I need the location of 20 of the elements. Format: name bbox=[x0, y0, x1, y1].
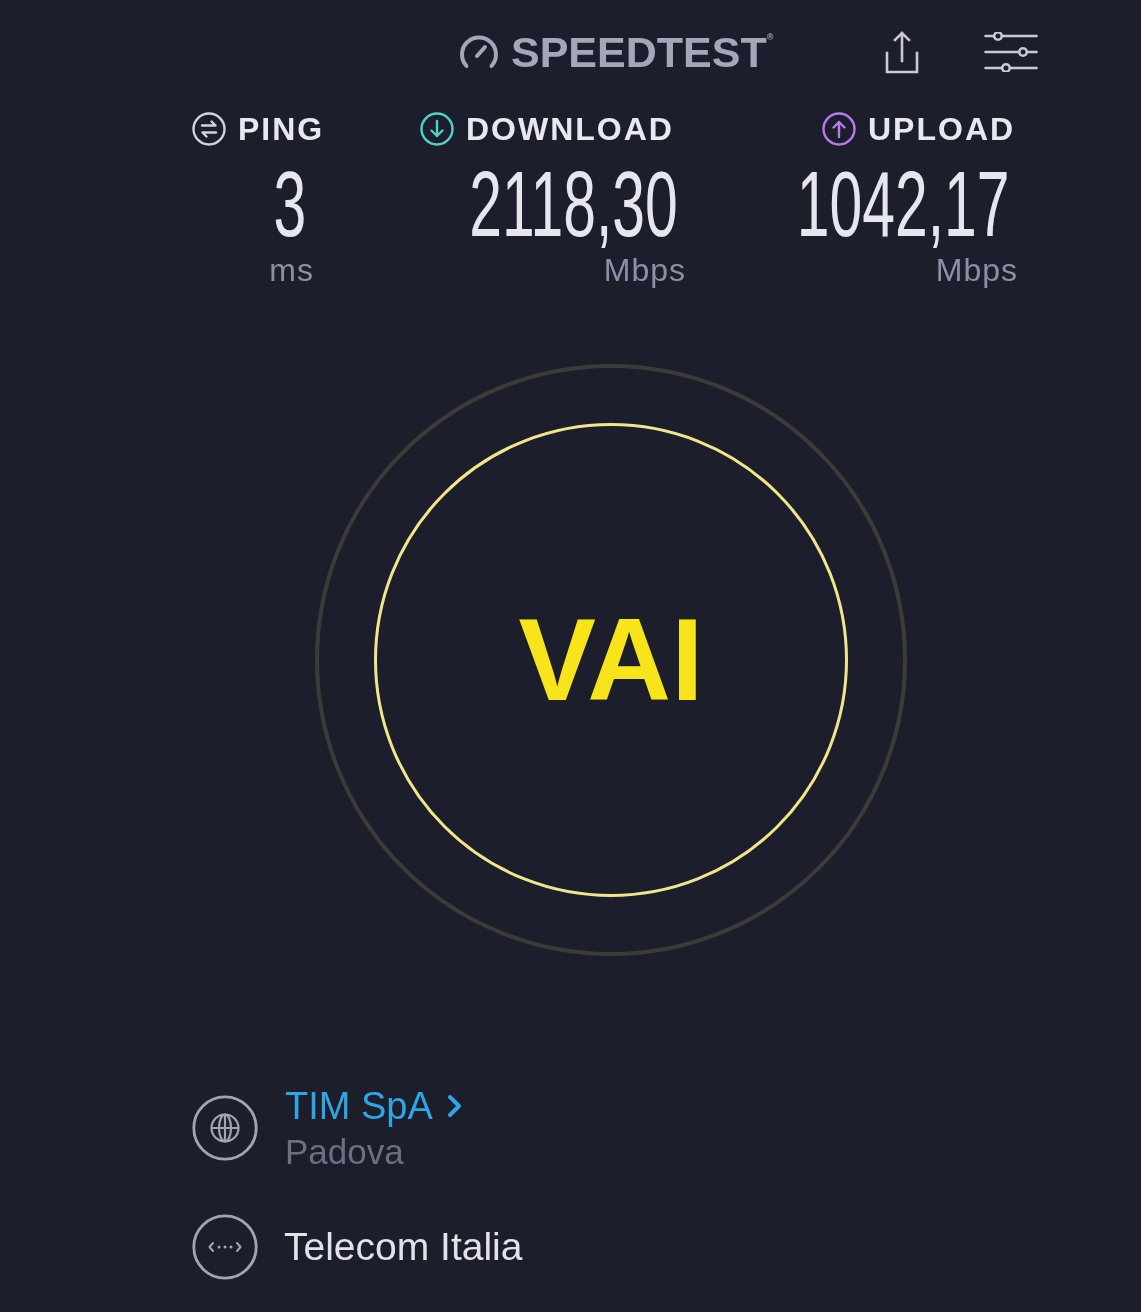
metric-unit: Mbps bbox=[935, 252, 1018, 288]
server-location: Padova bbox=[285, 1131, 405, 1173]
share-icon[interactable] bbox=[885, 30, 919, 74]
metric-label: PING bbox=[238, 110, 325, 149]
go-button[interactable]: VAI bbox=[374, 423, 848, 897]
dotted-brackets-icon bbox=[192, 1214, 258, 1280]
logo-text: SPEEDTEST$^{®}$ bbox=[511, 30, 774, 74]
provider-name: Telecom Italia bbox=[284, 1225, 523, 1269]
metric-value: 2118,30 bbox=[469, 158, 678, 250]
speedometer-icon bbox=[457, 34, 501, 70]
server-link[interactable]: TIM SpA bbox=[285, 1084, 463, 1128]
metric-value: 1042,17 bbox=[797, 158, 1010, 250]
globe-icon bbox=[192, 1095, 258, 1161]
metric-label: UPLOAD bbox=[868, 110, 1016, 149]
chevron-icon bbox=[446, 1094, 463, 1118]
metric-unit: ms bbox=[269, 252, 314, 288]
sliders-icon[interactable] bbox=[984, 32, 1038, 72]
metric-unit: Mbps bbox=[603, 252, 686, 288]
metric-value: 3 bbox=[273, 158, 306, 250]
metric-label: DOWNLOAD bbox=[466, 110, 674, 149]
